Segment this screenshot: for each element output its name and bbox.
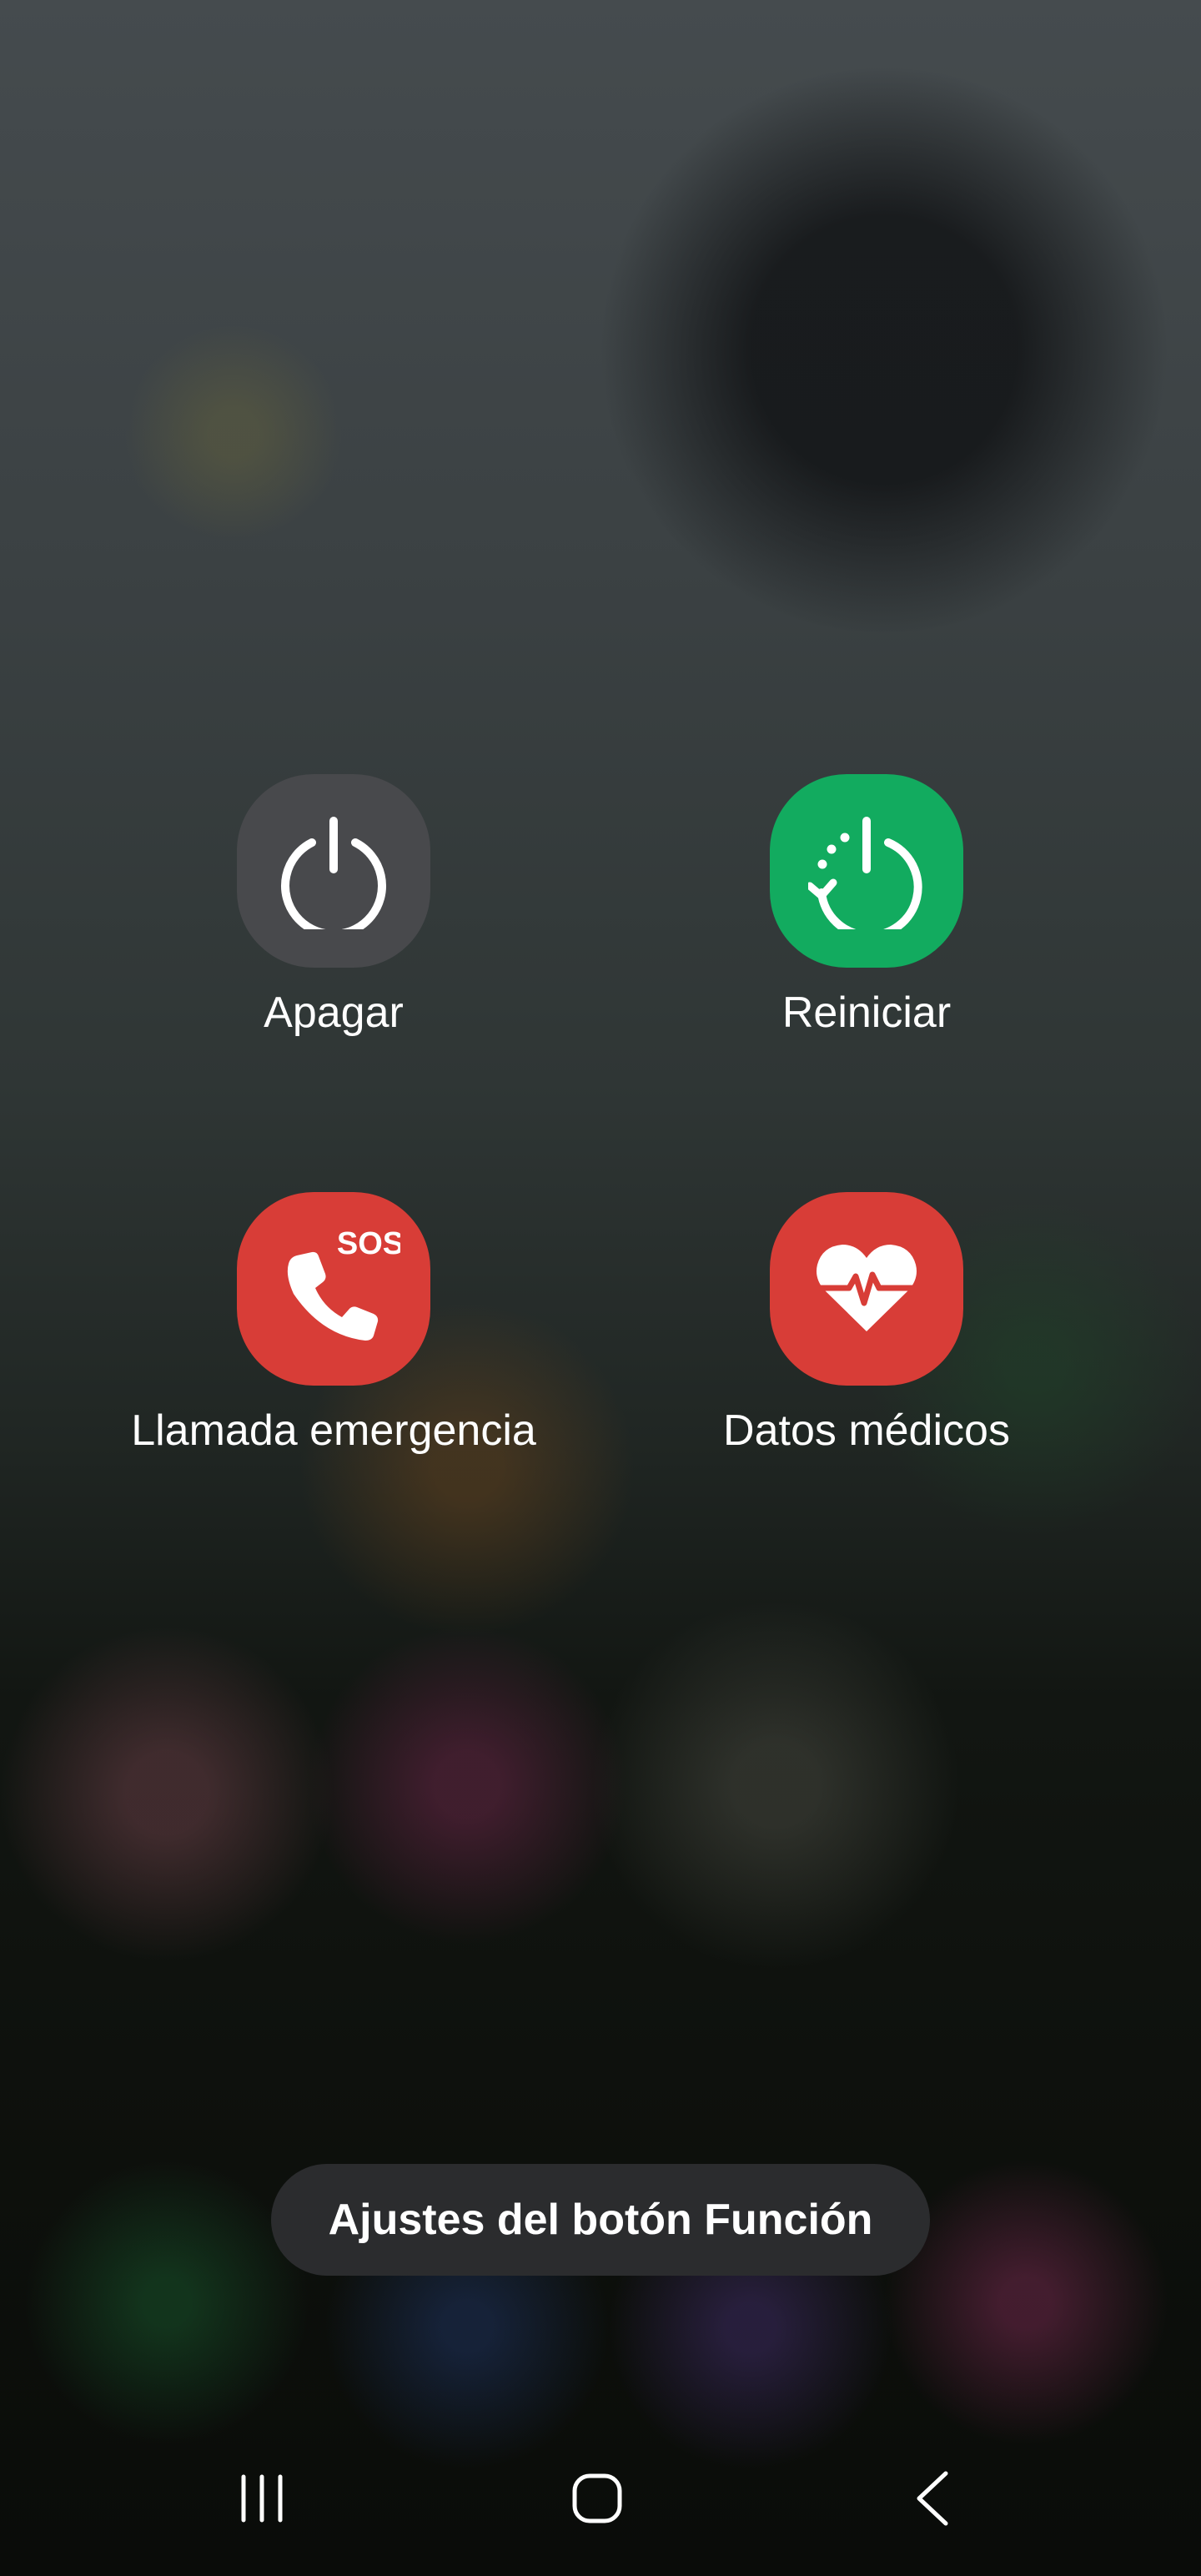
home-icon [572, 2473, 622, 2523]
restart-action[interactable]: Reiniciar [616, 774, 1117, 1039]
restart-label: Reiniciar [781, 989, 952, 1037]
power-icon [281, 817, 386, 929]
recents-icon [241, 2474, 283, 2523]
medical-info-label: Datos médicos [723, 1406, 1010, 1455]
medical-info-action[interactable]: Datos médicos [616, 1192, 1117, 1457]
power-off-label: Apagar [264, 989, 404, 1037]
emergency-call-label: Llamada emergencia [131, 1406, 536, 1455]
heart-pulse-icon [812, 1245, 921, 1331]
emergency-call-tile[interactable]: SOS [237, 1192, 430, 1386]
navigation-bar [0, 2444, 1201, 2553]
power-off-tile[interactable] [237, 774, 430, 968]
medical-info-tile[interactable] [770, 1192, 963, 1386]
restart-icon [808, 817, 922, 929]
back-icon [917, 2471, 948, 2526]
sos-phone-icon: SOS [287, 1226, 400, 1341]
function-button-settings-button[interactable]: Ajustes del botón Función [271, 2164, 930, 2276]
restart-tile[interactable] [770, 774, 963, 968]
recents-button[interactable] [195, 2444, 329, 2553]
back-button[interactable] [866, 2444, 999, 2553]
power-off-action[interactable]: Apagar [83, 774, 584, 1039]
emergency-call-action[interactable]: SOS Llamada emergencia [83, 1192, 584, 1457]
sos-badge: SOS [337, 1226, 400, 1261]
home-button[interactable] [530, 2444, 664, 2553]
